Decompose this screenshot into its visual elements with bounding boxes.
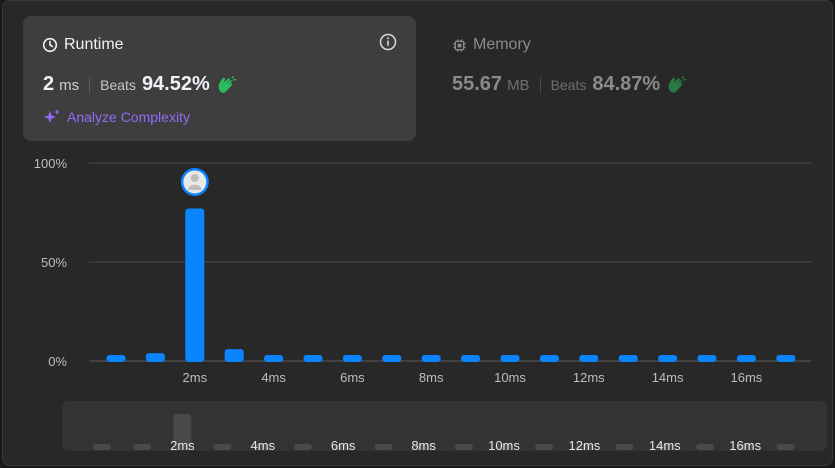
x-tick-label: 4ms (261, 370, 286, 385)
bar (539, 355, 559, 362)
bar (500, 355, 520, 362)
bar (579, 355, 599, 362)
x-tick-label: 10ms (494, 370, 526, 385)
brush-x-tick-label: 4ms (251, 438, 276, 453)
brush-bar (615, 444, 634, 450)
bar (382, 355, 402, 362)
x-tick-label: 12ms (573, 370, 605, 385)
brush-bar (93, 444, 111, 450)
bar (658, 355, 678, 362)
brush-x-tick-label: 8ms (411, 438, 436, 453)
x-tick-label: 6ms (340, 370, 365, 385)
brush-x-tick-label: 12ms (569, 438, 601, 453)
bar (697, 355, 717, 362)
brush-x-tick-label: 16ms (729, 438, 761, 453)
brush-x-tick-label: 14ms (649, 438, 681, 453)
x-tick-label: 16ms (731, 370, 763, 385)
brush-x-tick-label: 6ms (331, 438, 356, 453)
y-tick-label: 50% (41, 255, 67, 270)
runtime-distribution-chart: 100% 50% 0% 2ms 4ms 6ms 8ms 10ms 12ms 14ms 16ms 2ms… (34, 156, 811, 453)
x-tick-label: 8ms (419, 370, 444, 385)
bar (224, 349, 244, 362)
brush-bar (374, 444, 393, 450)
bar (264, 355, 284, 362)
brush-bar (294, 444, 312, 450)
brush-x-tick-label: 2ms (170, 438, 195, 453)
y-tick-label: 100% (34, 156, 68, 171)
x-tick-label: 2ms (183, 370, 208, 385)
bar (618, 355, 638, 362)
bar (185, 208, 205, 362)
brush-bar (535, 444, 554, 450)
bar (776, 355, 796, 362)
bar (106, 355, 126, 362)
bar (145, 353, 165, 362)
brush-bar (776, 444, 795, 450)
bar (461, 355, 481, 362)
brush-x-tick-label: 10ms (488, 438, 520, 453)
bar (421, 355, 441, 362)
bar (342, 355, 362, 362)
submission-result-panel: Runtime 2 ms Beats 94.52% Analyze Comple… (2, 0, 833, 466)
bar (736, 355, 756, 362)
brush-bar (454, 444, 473, 450)
brush-bar (213, 444, 232, 450)
x-tick-label: 14ms (652, 370, 684, 385)
brush-bar (696, 444, 714, 450)
brush-bar (133, 444, 152, 450)
y-tick-label: 0% (48, 354, 67, 369)
avatar-head (190, 174, 199, 182)
bar (303, 355, 323, 362)
